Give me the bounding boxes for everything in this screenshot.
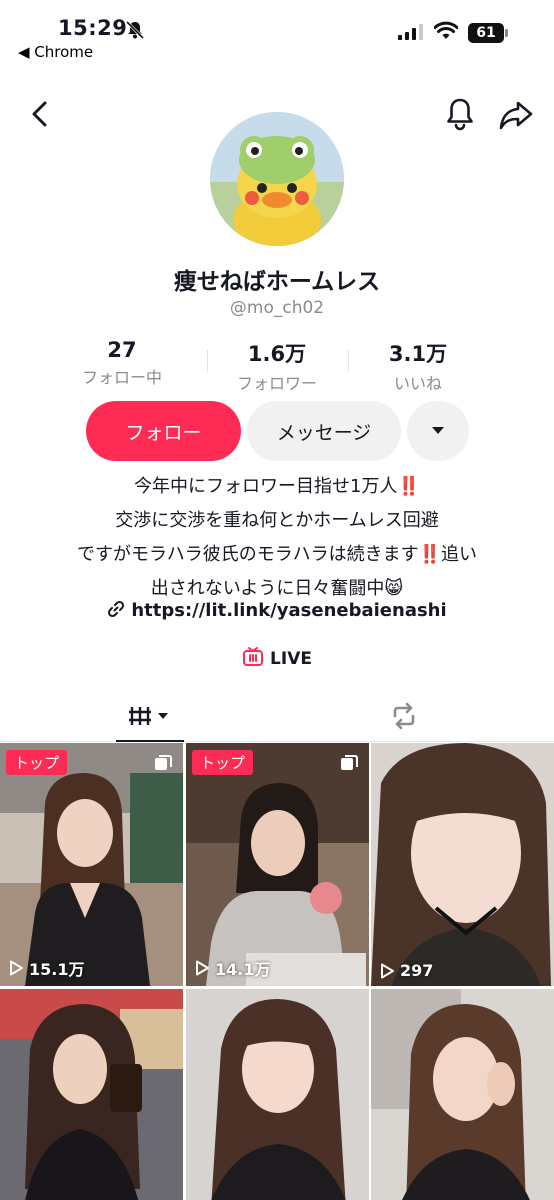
play-icon [381,963,394,978]
username-handle: @mo_ch02 [229,298,325,318]
thumbnail-image [371,989,554,1200]
wifi-icon [434,21,458,39]
stat-likes[interactable]: 3.1万 いいね [348,338,488,394]
display-name: 痩せねばホームレス [173,269,381,295]
view-count: 297 [379,961,433,980]
avatar-image [210,112,344,246]
play-icon [196,960,209,976]
video-thumbnail[interactable] [371,989,554,1200]
following-label: フォロー中 [81,368,162,387]
battery-icon: 61 [468,23,508,43]
video-thumbnail[interactable]: 297 [371,743,554,986]
link-icon [108,600,125,618]
thumbnail-image [0,989,183,1200]
followers-count: 1.6万 [247,342,307,366]
more-options-button[interactable] [407,401,469,461]
back-to-chrome[interactable]: ◀ Chrome [18,43,93,61]
follow-button[interactable]: フォロー [86,401,241,461]
active-tab-indicator [116,740,184,742]
avatar[interactable] [210,112,344,246]
repost-icon [393,702,415,730]
bio-line: ですがモラハラ彼氏のモラハラは続きます‼️追い [76,544,478,565]
multi-photo-icon [341,755,358,770]
video-thumbnail[interactable] [186,989,369,1200]
video-thumbnail[interactable]: トップ 15.1万 [0,743,183,986]
battery-level: 61 [468,23,504,43]
status-bar: 15:29 ◀ Chrome 61 [0,0,554,66]
following-count: 27 [107,338,137,362]
profile-tabs [0,690,554,742]
live-button[interactable]: LIVE [0,646,554,669]
live-label: LIVE [270,649,312,669]
share-icon[interactable] [498,98,534,132]
likes-label: いいね [393,374,442,393]
grid-icon [129,707,168,725]
bio-line: 今年中にフォロワー目指せ1万人‼️ [134,476,420,497]
bio: 今年中にフォロワー目指せ1万人‼️ 交渉に交渉を重ね何とかホームレス回避 ですが… [0,470,554,606]
signal-icon [398,24,423,40]
top-badge: トップ [192,750,254,775]
bio-line: 交渉に交渉を重ね何とかホームレス回避 [115,510,439,531]
notification-bell-icon[interactable] [444,96,476,132]
live-tv-icon [243,647,264,666]
view-count: 14.1万 [194,956,270,980]
stat-followers[interactable]: 1.6万 フォロワー [207,338,347,394]
thumbnail-image [0,743,183,986]
video-thumbnail[interactable] [0,989,183,1200]
thumbnail-image [371,743,554,986]
tab-videos[interactable] [116,690,184,742]
play-icon [10,960,23,976]
profile-link[interactable]: https://lit.link/yasenebaienashi [0,600,554,621]
tab-reposts[interactable] [370,690,438,742]
video-thumbnail[interactable]: トップ 14.1万 [186,743,369,986]
thumbnail-image [186,743,369,986]
view-count: 15.1万 [8,956,84,980]
likes-count: 3.1万 [388,342,448,366]
back-arrow-icon[interactable] [24,98,56,130]
profile-link-text[interactable]: https://lit.link/yasenebaienashi [131,600,446,621]
top-badge: トップ [6,750,68,775]
thumbnail-image [186,989,369,1200]
bell-off-icon [125,20,145,40]
multi-photo-icon [155,755,172,770]
status-time: 15:29 [58,16,128,40]
followers-label: フォロワー [236,374,317,393]
stat-following[interactable]: 27 フォロー中 [52,338,192,388]
message-button[interactable]: メッセージ [247,401,401,461]
caret-down-icon [432,427,444,434]
